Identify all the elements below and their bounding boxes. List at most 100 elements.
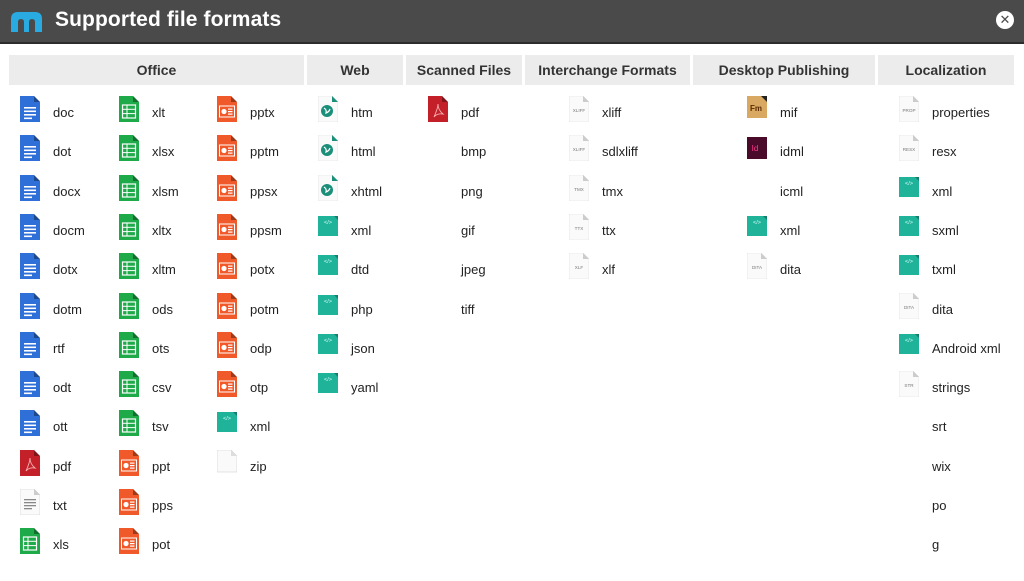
format-label: dotx [53, 262, 78, 278]
format-item: srt [899, 410, 1024, 440]
format-label: ppsx [250, 183, 278, 199]
format-item: pps [119, 489, 259, 519]
format-label: xlt [152, 105, 165, 120]
tag-file-icon: XLF [568, 252, 590, 280]
tag-file-icon: RESX [898, 134, 920, 162]
format-label: xml [351, 222, 372, 238]
word-file-icon [20, 253, 40, 280]
format-item: XLIFF xliff [568, 95, 709, 126]
format-label: xml [780, 222, 801, 238]
format-item: DITA dita [746, 252, 887, 283]
format-label: jpeg [461, 262, 486, 278]
format-label: php [351, 301, 373, 317]
format-label: pdf [461, 105, 480, 120]
format-label: properties [932, 105, 990, 120]
svg-text:</>: </> [905, 338, 913, 344]
format-item: DITA dita [898, 292, 1024, 323]
format-item: </> xml [747, 214, 887, 244]
pdf-file-icon [20, 449, 40, 476]
code-file-icon: </> [318, 214, 338, 240]
code-file-icon: </> [318, 253, 338, 279]
format-item: icml [747, 175, 887, 205]
format-item: TTX ttx [568, 213, 709, 244]
svg-text:</>: </> [905, 259, 913, 265]
format-label: potm [250, 301, 279, 317]
format-label: ots [152, 340, 170, 356]
format-label: tiff [461, 301, 475, 317]
header-office: Office [9, 55, 304, 85]
excel-file-icon [20, 528, 40, 555]
format-label: dita [780, 262, 801, 278]
format-label: ods [152, 301, 173, 317]
powerpoint-file-icon [217, 174, 237, 201]
powerpoint-file-icon [217, 292, 237, 319]
format-item: jpeg [428, 253, 568, 283]
format-item: po [899, 489, 1024, 519]
format-label: html [351, 144, 376, 160]
code-file-icon: </> [318, 371, 338, 397]
word-file-icon [20, 371, 40, 398]
format-item: g [899, 528, 1024, 558]
svg-text:RESX: RESX [903, 147, 916, 152]
powerpoint-file-icon [217, 371, 237, 398]
svg-text:Id: Id [752, 144, 759, 153]
code-file-icon: </> [899, 332, 919, 358]
web-file-icon [317, 95, 339, 123]
excel-file-icon [119, 174, 139, 201]
powerpoint-file-icon [217, 96, 237, 122]
format-item: RESX resx [898, 134, 1024, 165]
word-file-icon [20, 292, 40, 319]
svg-text:</>: </> [324, 338, 332, 344]
svg-text:</>: </> [324, 299, 332, 305]
format-label: gif [461, 222, 475, 238]
format-label: po [932, 498, 947, 513]
svg-text:</>: </> [905, 181, 913, 187]
text-file-icon [19, 488, 41, 516]
word-file-icon [20, 174, 40, 201]
format-label: ppsm [250, 222, 282, 238]
format-label: dotm [53, 301, 82, 317]
header-interchange-formats: Interchange Formats [525, 55, 690, 85]
tag-file-icon: DITA [898, 292, 920, 319]
word-file-icon [20, 96, 40, 122]
excel-file-icon [119, 96, 139, 122]
close-button[interactable]: ✕ [996, 11, 1014, 29]
tag-file-icon: TMX [568, 174, 590, 201]
word-file-icon [20, 135, 40, 162]
svg-text:</>: </> [905, 220, 913, 226]
format-item: pot [119, 528, 259, 558]
category-headers: Office Web Scanned Files Interchange For… [0, 55, 1024, 85]
format-item: tiff [428, 293, 568, 323]
format-item: </> sxml [899, 214, 1024, 244]
tag-file-icon: XLIFF [568, 95, 590, 123]
format-label: ttx [602, 222, 616, 238]
blank-file-icon [216, 449, 238, 476]
tag-file-icon: PROP [898, 95, 920, 123]
format-label: ppt [152, 458, 171, 474]
svg-text:</>: </> [753, 220, 761, 226]
format-item: </> xml [899, 175, 1024, 205]
powerpoint-file-icon [119, 528, 139, 555]
format-label: idml [780, 144, 804, 160]
format-label: htm [351, 105, 373, 120]
format-label: potx [250, 262, 275, 278]
powerpoint-file-icon [217, 135, 237, 162]
format-label: zip [250, 458, 267, 474]
format-label: yaml [351, 380, 379, 396]
format-label: csv [152, 380, 172, 396]
header-desktop-publishing: Desktop Publishing [693, 55, 875, 85]
format-label: resx [932, 144, 957, 160]
powerpoint-file-icon [217, 331, 237, 358]
word-file-icon [20, 213, 40, 240]
svg-text:</>: </> [324, 377, 332, 383]
framemaker-file-icon: Fm [747, 96, 767, 122]
format-label: dita [932, 301, 953, 317]
format-item: TMX tmx [568, 174, 709, 205]
svg-text:</>: </> [324, 259, 332, 265]
format-label: xltx [152, 222, 172, 238]
word-file-icon [20, 331, 40, 358]
format-label: ott [53, 419, 68, 435]
format-item: XLF xlf [568, 252, 709, 283]
format-label: strings [932, 380, 971, 396]
format-label: xml [250, 419, 271, 435]
